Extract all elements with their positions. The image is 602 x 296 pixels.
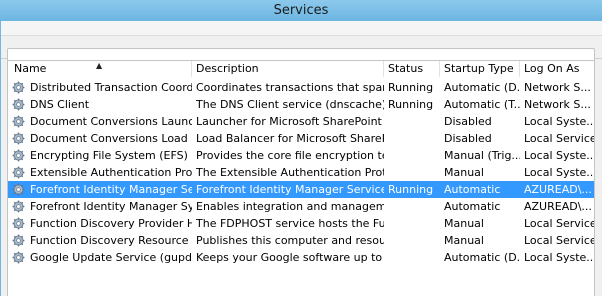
column-header-name[interactable]: Name ▲ xyxy=(10,61,192,77)
column-header-status[interactable]: Status xyxy=(384,61,440,77)
title-bar[interactable]: Services xyxy=(0,0,602,21)
service-log-on-as-cell: AZUREAD\... xyxy=(524,200,592,213)
service-name-cell: Google Update Service (gupdate) xyxy=(30,251,192,264)
column-header-row: Name ▲ Description Status Startup Type L… xyxy=(8,61,594,77)
service-log-on-as-cell: Network S... xyxy=(524,98,591,111)
table-row[interactable]: Encrypting File System (EFS) Provides the… xyxy=(8,147,594,164)
table-row[interactable]: Document Conversions Launch... Launcher f… xyxy=(8,113,594,130)
column-header-description-label: Description xyxy=(196,62,259,75)
service-name-cell: Distributed Transaction Coordin... xyxy=(30,81,192,94)
services-table-body: Distributed Transaction Coordin... Coordi… xyxy=(8,79,594,266)
service-description-cell: Forefront Identity Manager Service xyxy=(196,183,384,196)
service-name-cell: Forefront Identity Manager Servi... xyxy=(30,183,192,196)
table-row[interactable]: Distributed Transaction Coordin... Coordi… xyxy=(8,79,594,96)
service-name-cell: DNS Client xyxy=(30,98,90,111)
service-startup-type-cell: Manual xyxy=(444,234,484,247)
service-status-cell xyxy=(384,130,440,147)
service-status-cell: Running xyxy=(388,183,434,196)
service-description-cell: Keeps your Google software up to da... xyxy=(196,251,384,264)
service-name-cell: Function Discovery Resource Pu... xyxy=(30,234,192,247)
service-name-cell: Function Discovery Provider Host xyxy=(30,217,192,230)
column-header-log-on-as-label: Log On As xyxy=(524,62,580,75)
service-startup-type-cell: Automatic xyxy=(444,183,501,196)
service-startup-type-cell: Manual xyxy=(444,217,484,230)
table-row[interactable]: Function Discovery Resource Pu... Publish… xyxy=(8,232,594,249)
column-header-startup-type-label: Startup Type xyxy=(444,62,514,75)
service-status-cell xyxy=(384,147,440,164)
table-row[interactable]: Extensible Authentication Proto... The Ex… xyxy=(8,164,594,181)
table-row[interactable]: DNS Client The DNS Client service (dnscac… xyxy=(8,96,594,113)
service-status-cell xyxy=(384,164,440,181)
menu-bar xyxy=(1,21,602,36)
service-log-on-as-cell: Local Syste... xyxy=(524,115,594,128)
column-header-log-on-as[interactable]: Log On As xyxy=(520,61,594,77)
service-log-on-as-cell: Local Service xyxy=(524,132,594,145)
table-row[interactable]: Google Update Service (gupdate) Keeps you… xyxy=(8,249,594,266)
service-description-cell: Load Balancer for Microsoft SharePoi... xyxy=(196,132,384,145)
service-log-on-as-cell: Local Syste... xyxy=(524,166,594,179)
service-description-cell: The DNS Client service (dnscache) ca... xyxy=(196,98,384,111)
service-startup-type-cell: Automatic xyxy=(444,200,501,213)
table-row[interactable]: Document Conversions Load Ba... Load Bala… xyxy=(8,130,594,147)
service-startup-type-cell: Automatic (D... xyxy=(444,81,520,94)
service-startup-type-cell: Automatic (T... xyxy=(444,98,520,111)
column-header-status-label: Status xyxy=(388,62,424,75)
service-name-cell: Document Conversions Launch... xyxy=(30,115,192,128)
table-row[interactable]: Function Discovery Provider Host The FDPH… xyxy=(8,215,594,232)
services-list-panel: Name ▲ Description Status Startup Type L… xyxy=(7,60,595,296)
sort-ascending-icon: ▲ xyxy=(96,61,103,70)
service-name-cell: Encrypting File System (EFS) xyxy=(30,149,188,162)
service-status-cell xyxy=(384,215,440,232)
column-header-name-label: Name xyxy=(14,62,47,75)
service-log-on-as-cell: Local Service xyxy=(524,234,594,247)
service-startup-type-cell: Manual (Trig... xyxy=(444,149,520,162)
service-description-cell: Coordinates transactions that span ... xyxy=(196,81,384,94)
service-description-cell: The FDPHOST service hosts the Func... xyxy=(196,217,384,230)
service-startup-type-cell: Manual xyxy=(444,166,484,179)
service-startup-type-cell: Automatic (D... xyxy=(444,251,520,264)
column-header-description[interactable]: Description xyxy=(192,61,384,77)
service-startup-type-cell: Disabled xyxy=(444,115,492,128)
column-header-startup-type[interactable]: Startup Type xyxy=(440,61,520,77)
service-log-on-as-cell: Local Syste... xyxy=(524,149,594,162)
table-row[interactable]: Forefront Identity Manager Servi... Foref… xyxy=(8,181,594,198)
service-log-on-as-cell: Local Service xyxy=(524,217,594,230)
window-title: Services xyxy=(273,3,329,18)
table-row[interactable]: Forefront Identity Manager Sync... Enable… xyxy=(8,198,594,215)
service-status-cell xyxy=(384,249,440,266)
service-log-on-as-cell: Network S... xyxy=(524,81,591,94)
service-name-cell: Document Conversions Load Ba... xyxy=(30,132,192,145)
service-log-on-as-cell: Local Syste... xyxy=(524,251,594,264)
service-description-cell: Launcher for Microsoft SharePoint S... xyxy=(196,115,384,128)
service-description-cell: The Extensible Authentication Protoc... xyxy=(196,166,384,179)
service-status-cell xyxy=(384,232,440,249)
service-status-cell: Running xyxy=(388,81,434,94)
service-name-cell: Forefront Identity Manager Sync... xyxy=(30,200,192,213)
service-description-cell: Provides the core file encryption tec... xyxy=(196,149,384,162)
service-name-cell: Extensible Authentication Proto... xyxy=(30,166,192,179)
service-status-cell xyxy=(384,198,440,215)
service-startup-type-cell: Disabled xyxy=(444,132,492,145)
service-log-on-as-cell: AZUREAD\... xyxy=(524,183,592,196)
service-description-cell: Publishes this computer and resourc... xyxy=(196,234,384,247)
service-status-cell: Running xyxy=(388,98,434,111)
service-description-cell: Enables integration and managemen... xyxy=(196,200,384,213)
service-status-cell xyxy=(384,113,440,130)
